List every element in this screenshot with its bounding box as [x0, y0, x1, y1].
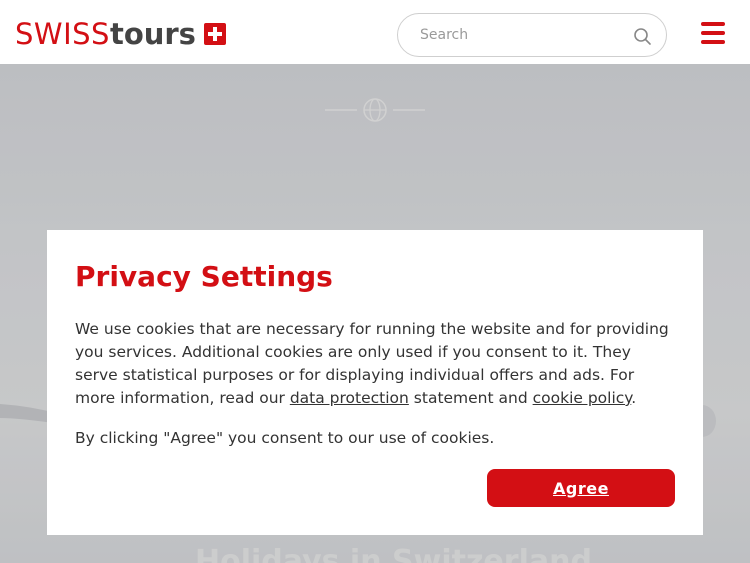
cookie-policy-link[interactable]: cookie policy	[533, 389, 632, 407]
site-header: SWISS tours	[0, 0, 750, 64]
body-text-part-2: statement and	[408, 389, 533, 407]
data-protection-link[interactable]: data protection	[290, 389, 409, 407]
hamburger-menu-icon[interactable]	[701, 22, 725, 44]
swisstours-logo[interactable]: SWISS tours	[15, 16, 226, 52]
agree-button[interactable]: Agree	[487, 469, 675, 507]
search-box[interactable]	[397, 13, 667, 57]
swiss-flag-icon	[203, 23, 226, 45]
privacy-settings-dialog: Privacy Settings We use cookies that are…	[47, 230, 703, 535]
search-icon[interactable]	[633, 27, 653, 47]
dialog-body-text: We use cookies that are necessary for ru…	[75, 318, 675, 410]
consent-text: By clicking "Agree" you consent to our u…	[75, 429, 495, 447]
logo-tours-text: tours	[109, 17, 196, 51]
body-text-part-3: .	[631, 389, 637, 407]
dialog-title: Privacy Settings	[75, 260, 333, 293]
search-input[interactable]	[420, 24, 620, 46]
logo-swiss-text: SWISS	[15, 17, 110, 51]
